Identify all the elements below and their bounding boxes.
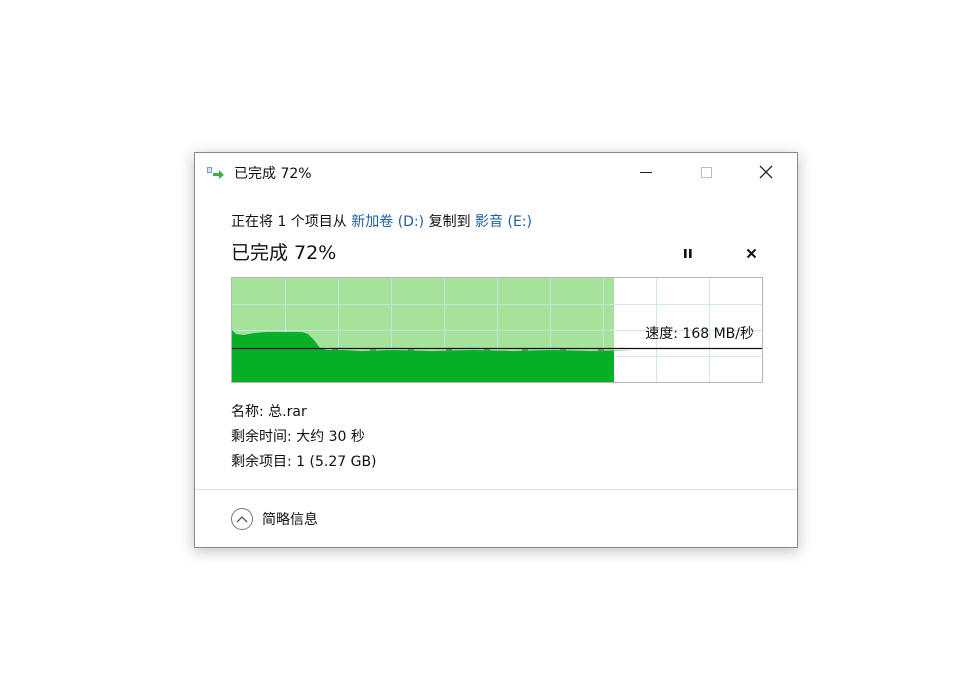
graph-speed-tick — [408, 349, 414, 351]
graph-speed-tick — [598, 349, 604, 351]
maximize-button[interactable] — [677, 153, 735, 191]
chevron-up-icon — [231, 508, 253, 530]
minimize-button[interactable] — [617, 153, 675, 191]
copy-arrow-icon — [207, 165, 225, 179]
title-bar[interactable]: 已完成 72% — [195, 153, 797, 191]
speed-label: 速度: 168 MB/秒 — [645, 326, 754, 342]
close-icon — [759, 165, 773, 179]
minimize-icon — [640, 171, 652, 173]
progress-heading: 已完成 72% — [231, 242, 337, 264]
toggle-label: 简略信息 — [262, 512, 318, 528]
maximize-icon — [700, 166, 712, 178]
window-title: 已完成 72% — [234, 166, 312, 182]
source-drive-link[interactable]: 新加卷 (D:) — [351, 214, 424, 230]
description-middle: 复制到 — [428, 214, 471, 230]
file-copy-dialog: 已完成 72% 正在将 1 个项目从 新加卷 (D:) 复制到 影音 (E:) … — [194, 152, 798, 548]
graph-speed-tick — [560, 349, 566, 351]
copy-description: 正在将 1 个项目从 新加卷 (D:) 复制到 影音 (E:) — [231, 211, 532, 231]
pause-icon — [684, 248, 692, 258]
graph-speed-tick — [484, 349, 490, 351]
transfer-speed-graph: 速度: 168 MB/秒 — [231, 277, 763, 383]
cancel-icon — [746, 248, 756, 258]
graph-speed-tick — [446, 349, 452, 351]
destination-drive-link[interactable]: 影音 (E:) — [475, 214, 532, 230]
file-name-label: 名称: 总.rar — [231, 404, 307, 420]
close-button[interactable] — [737, 153, 795, 191]
graph-speed-tick — [522, 349, 528, 351]
footer-divider — [195, 489, 797, 490]
items-remaining-label: 剩余项目: 1 (5.27 GB) — [231, 454, 377, 470]
time-remaining-label: 剩余时间: 大约 30 秒 — [231, 429, 365, 445]
description-prefix: 正在将 1 个项目从 — [231, 214, 347, 230]
cancel-button[interactable] — [739, 241, 763, 265]
fewer-details-toggle[interactable]: 简略信息 — [231, 508, 318, 530]
pause-button[interactable] — [676, 241, 700, 265]
graph-speed-tick — [332, 349, 338, 351]
graph-speed-tick — [370, 349, 376, 351]
